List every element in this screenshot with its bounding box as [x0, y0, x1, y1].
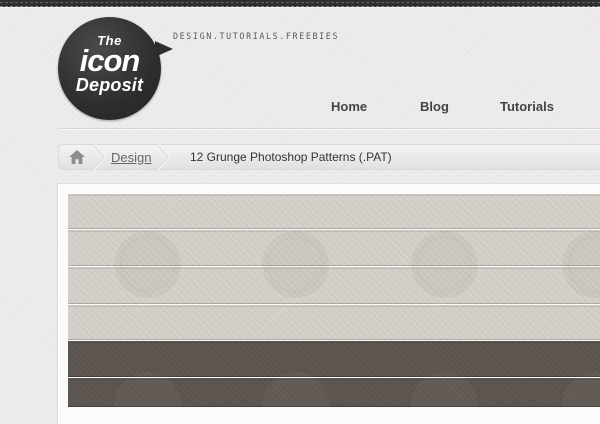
pattern-preview [68, 194, 600, 407]
nav-tutorials-link[interactable]: Tutorials [500, 99, 554, 114]
pattern-stripe [68, 194, 600, 229]
breadcrumb-home-link[interactable] [59, 145, 95, 169]
watermark-logo [411, 231, 478, 298]
breadcrumb-separator [157, 144, 170, 170]
nav-blog-link[interactable]: Blog [420, 99, 449, 114]
breadcrumb-design-link[interactable]: Design [111, 150, 151, 165]
logo-line-icon: icon [79, 43, 141, 78]
breadcrumb-current-page: 12 Grunge Photoshop Patterns (.PAT) [190, 150, 392, 164]
top-stitch-bar [0, 0, 600, 7]
home-icon [69, 150, 85, 164]
breadcrumb-separator [93, 144, 106, 170]
watermark-logo [262, 231, 329, 298]
pattern-stripe [68, 305, 600, 340]
breadcrumb: Design 12 Grunge Photoshop Patterns (.PA… [58, 144, 600, 170]
watermark-logo [114, 231, 181, 298]
nav-home-link[interactable]: Home [331, 99, 367, 114]
navigation-divider [58, 128, 600, 129]
logo-line-deposit: Deposit [75, 75, 144, 95]
site-logo[interactable]: The icon Deposit [58, 17, 173, 120]
site-tagline: DESIGN.TUTORIALS.FREEBIES [173, 31, 340, 41]
